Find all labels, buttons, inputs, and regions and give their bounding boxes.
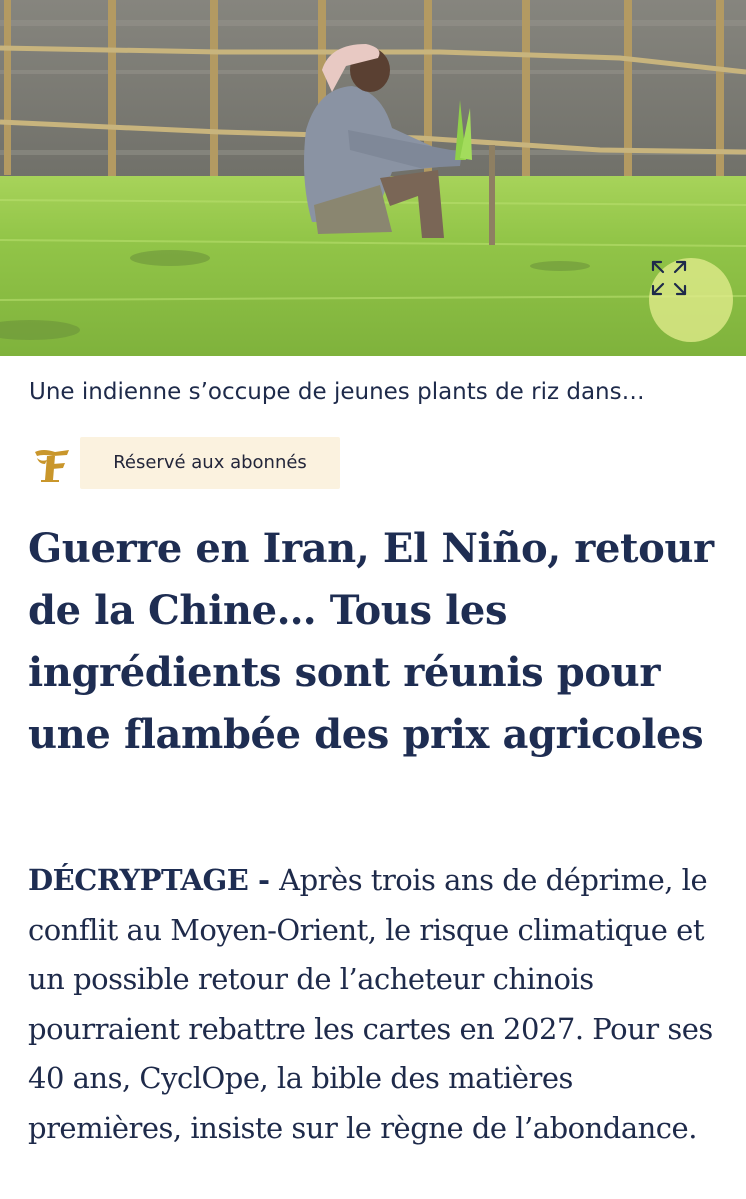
subscriber-only-badge: Réservé aux abonnés	[80, 437, 340, 489]
photo-illustration	[0, 0, 746, 356]
expand-icon	[651, 260, 687, 296]
photo-caption[interactable]: Une indienne s’occupe de jeunes plants d…	[29, 372, 729, 412]
le-figaro-f-logo-icon	[35, 450, 69, 482]
article-lead-text: Après trois ans de déprime, le conflit a…	[28, 863, 713, 1145]
article-title: Guerre en Iran, El Niño, retour de la Ch…	[28, 525, 714, 758]
article-photo[interactable]	[0, 0, 746, 356]
expand-image-button[interactable]	[649, 258, 733, 342]
article-lead: DÉCRYPTAGE - Après trois ans de déprime,…	[28, 856, 728, 1153]
article-kicker: DÉCRYPTAGE -	[28, 863, 280, 897]
